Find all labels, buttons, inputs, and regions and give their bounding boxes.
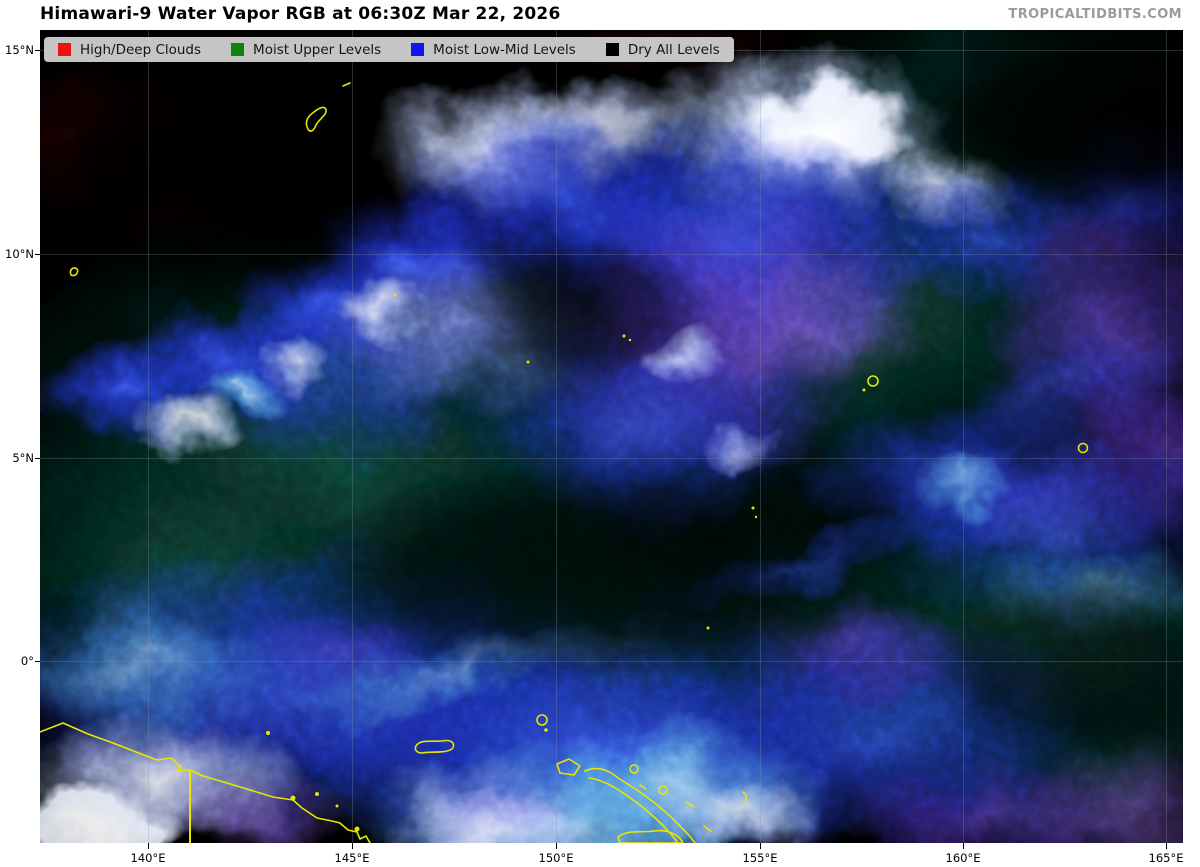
lon-tick-155e — [760, 843, 761, 849]
legend-label-high-deep-clouds: High/Deep Clouds — [80, 42, 201, 58]
lon-tick-label-165e: 165°E — [1136, 851, 1196, 865]
lat-tick-0 — [35, 661, 40, 662]
legend-swatch-moist-upper-levels — [231, 43, 244, 56]
legend-label-dry-all-levels: Dry All Levels — [628, 42, 720, 58]
cloud-grain-texture — [40, 30, 1183, 843]
legend-swatch-high-deep-clouds — [58, 43, 71, 56]
lon-tick-label-140e: 140°E — [118, 851, 178, 865]
legend-label-moist-upper-levels: Moist Upper Levels — [253, 42, 381, 58]
lon-tick-160e — [963, 843, 964, 849]
satellite-map-image — [40, 30, 1183, 843]
lat-tick-5n — [35, 458, 40, 459]
legend-swatch-moist-low-mid-levels — [411, 43, 424, 56]
legend-item-high-deep-clouds: High/Deep Clouds — [58, 42, 201, 58]
page: Himawari-9 Water Vapor RGB at 06:30Z Mar… — [0, 0, 1200, 867]
legend-label-moist-low-mid-levels: Moist Low-Mid Levels — [433, 42, 576, 58]
lon-tick-label-145e: 145°E — [322, 851, 382, 865]
lon-tick-165e — [1166, 843, 1167, 849]
lon-tick-label-150e: 150°E — [526, 851, 586, 865]
legend-item-moist-upper-levels: Moist Upper Levels — [231, 42, 381, 58]
lat-tick-15n — [35, 50, 40, 51]
legend-item-moist-low-mid-levels: Moist Low-Mid Levels — [411, 42, 576, 58]
legend-bar: High/Deep Clouds Moist Upper Levels Mois… — [44, 37, 734, 62]
page-title: Himawari-9 Water Vapor RGB at 06:30Z Mar… — [40, 4, 561, 24]
legend-item-dry-all-levels: Dry All Levels — [606, 42, 720, 58]
lon-tick-label-155e: 155°E — [730, 851, 790, 865]
water-vapor-rgb-canvas — [40, 30, 1183, 843]
lon-tick-label-160e: 160°E — [933, 851, 993, 865]
lat-tick-label-0: 0° — [0, 654, 34, 668]
lon-tick-140e — [148, 843, 149, 849]
lat-tick-label-10n: 10°N — [0, 247, 34, 261]
lat-tick-10n — [35, 254, 40, 255]
lon-tick-145e — [352, 843, 353, 849]
lon-tick-150e — [556, 843, 557, 849]
watermark-tropicaltidbits: TROPICALTIDBITS.COM — [1008, 7, 1182, 22]
lat-tick-label-15n: 15°N — [0, 43, 34, 57]
legend-swatch-dry-all-levels — [606, 43, 619, 56]
lat-tick-label-5n: 5°N — [0, 451, 34, 465]
